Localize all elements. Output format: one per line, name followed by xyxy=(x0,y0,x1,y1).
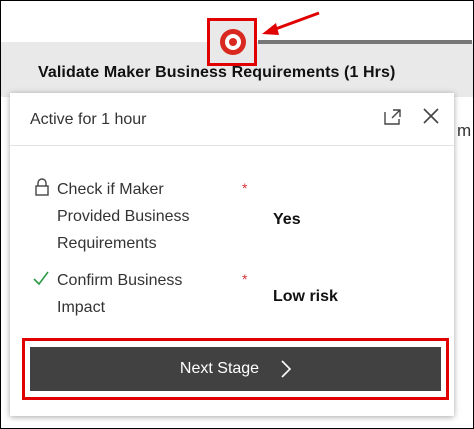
check-icon xyxy=(33,271,49,286)
chevron-right-icon xyxy=(281,360,292,378)
active-duration: Active for 1 hour xyxy=(30,111,147,128)
field-value-business-impact[interactable]: Low risk xyxy=(273,288,338,306)
next-stage-button[interactable]: Next Stage xyxy=(30,347,441,391)
stage-flyout: Active for 1 hour Check if Maker Provide… xyxy=(10,93,454,416)
next-stage-label: Next Stage xyxy=(179,360,260,377)
required-indicator: * xyxy=(242,180,248,196)
flyout-header: Active for 1 hour xyxy=(10,93,454,146)
field-label-maker-requirements: Check if Maker Provided Business Require… xyxy=(57,181,190,252)
arrow-to-stage-icon xyxy=(262,11,320,35)
lock-icon xyxy=(35,178,49,196)
close-icon[interactable] xyxy=(420,105,442,127)
field-label-business-impact: Confirm Business Impact xyxy=(57,272,183,316)
next-stage-highlight: Next Stage xyxy=(22,338,449,400)
field-value-maker-requirements[interactable]: Yes xyxy=(273,211,301,229)
required-indicator: * xyxy=(242,271,248,287)
expand-icon[interactable] xyxy=(382,106,404,128)
